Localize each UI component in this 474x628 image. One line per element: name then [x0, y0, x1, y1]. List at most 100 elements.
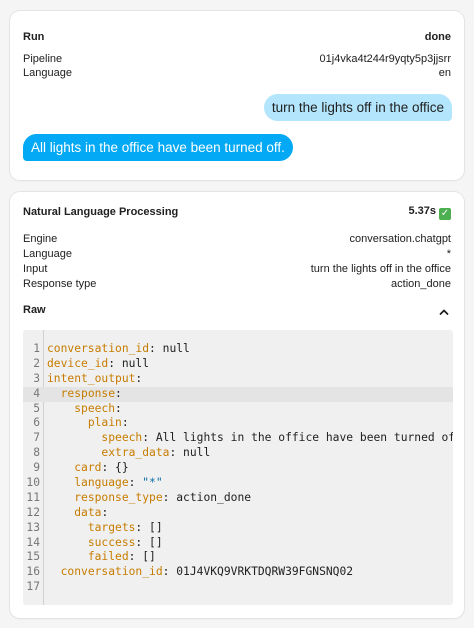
raw-label: Raw: [23, 304, 46, 316]
response-type-label: Response type: [23, 278, 97, 290]
check-icon: ✓: [439, 208, 451, 220]
yaml-value: action_done: [169, 490, 252, 504]
code-text: targets: []: [47, 521, 163, 536]
line-number: 3: [33, 371, 40, 385]
line-number: 16: [26, 565, 40, 579]
yaml-value: null: [176, 446, 211, 460]
nlp-duration-wrap: 5.37s ✓: [408, 204, 451, 220]
line-number: 9: [33, 461, 40, 475]
input-row: Input turn the lights off in the office: [23, 262, 451, 276]
yaml-key: data: [74, 505, 102, 519]
yaml-key: card: [74, 461, 102, 475]
code-text: response:: [47, 387, 122, 402]
code-text: success: []: [47, 536, 163, 551]
line-number: 14: [26, 535, 40, 549]
yaml-value: 01J4VKQ9VRKTDQRW39FGNSNQ02: [169, 565, 354, 579]
yaml-colon: :: [108, 356, 116, 370]
line-number: 2: [33, 356, 40, 370]
engine-label: Engine: [23, 233, 58, 245]
yaml-key: targets: [87, 520, 136, 534]
line-number: 6: [33, 416, 40, 430]
yaml-key: device_id: [47, 356, 109, 370]
response-type-row: Response type action_done: [23, 277, 451, 291]
code-line: 16 conversation_id: 01J4VKQ9VRKTDQRW39FG…: [23, 565, 453, 580]
pipeline-row: Pipeline 01j4vka4t244r9yqty5p3jjsrr: [23, 52, 451, 66]
agent-message-bubble: All lights in the office have been turne…: [23, 134, 293, 161]
run-header: Run done: [23, 30, 451, 44]
yaml-key: failed: [87, 550, 129, 564]
code-line: 4 response:: [23, 386, 453, 402]
yaml-key: plain: [87, 416, 122, 430]
code-line: 13 targets: []: [23, 521, 453, 536]
line-number: 1: [33, 342, 40, 355]
yaml-value: {}: [108, 461, 129, 475]
yaml-colon: :: [135, 371, 143, 385]
code-text: device_id: null: [47, 357, 149, 372]
code-text: failed: []: [47, 550, 156, 565]
code-line: 3 intent_output:: [23, 372, 453, 387]
yaml-key: language: [74, 476, 129, 490]
yaml-colon: :: [101, 505, 109, 519]
nlp-title: Natural Language Processing: [23, 206, 179, 218]
yaml-value: All lights in the office have been turne…: [149, 431, 453, 445]
yaml-value: []: [135, 550, 156, 564]
yaml-colon: :: [121, 416, 129, 430]
yaml-key: conversation_id: [60, 565, 163, 579]
code-text: intent_output:: [47, 372, 142, 387]
yaml-key: intent_output: [47, 371, 136, 385]
line-number: 7: [33, 431, 40, 445]
yaml-colon: :: [115, 386, 122, 400]
raw-code-editor[interactable]: 1 conversation_id: null 2 device_id: null 3 i…: [23, 330, 453, 605]
nlp-language-row: Language *: [23, 247, 451, 261]
code-line: 14 success: []: [23, 536, 453, 551]
line-number: 13: [26, 520, 40, 534]
line-number: 12: [26, 505, 40, 519]
yaml-key: speech: [74, 401, 116, 415]
response-type-value: action_done: [391, 278, 451, 290]
line-number: 5: [33, 401, 40, 415]
code-line: 10 language: "*": [23, 476, 453, 491]
line-number: 11: [26, 490, 40, 504]
engine-value: conversation.chatgpt: [349, 233, 451, 245]
line-number: 8: [33, 446, 40, 460]
nlp-language-label: Language: [23, 248, 72, 260]
code-line: 11 response_type: action_done: [23, 491, 453, 506]
yaml-key: extra_data: [101, 446, 170, 460]
code-text: conversation_id: null: [47, 342, 190, 357]
input-value: turn the lights off in the office: [310, 263, 451, 275]
nlp-card: Natural Language Processing 5.37s ✓ Engin…: [10, 192, 464, 618]
code-line: 7 speech: All lights in the office have …: [23, 431, 453, 446]
nlp-language-value: *: [446, 248, 451, 260]
code-line: 15 failed: []: [23, 550, 453, 565]
code-text: plain:: [47, 416, 129, 431]
run-title: Run: [23, 31, 45, 43]
line-number: 10: [26, 476, 40, 490]
nlp-header: Natural Language Processing 5.37s ✓: [23, 204, 451, 220]
nlp-duration: 5.37s: [408, 205, 436, 217]
code-text: extra_data: null: [47, 446, 210, 461]
chevron-up-icon[interactable]: [438, 306, 450, 318]
yaml-value: "*": [135, 476, 163, 490]
code-text: conversation_id: 01J4VKQ9VRKTDQRW39FGNSN…: [47, 565, 353, 580]
line-number: 4: [33, 386, 40, 400]
code-line: 6 plain:: [23, 416, 453, 431]
code-line: 17: [23, 580, 453, 595]
code-text: speech:: [47, 402, 122, 417]
input-label: Input: [23, 263, 48, 275]
pipeline-label: Pipeline: [23, 53, 63, 65]
code-text: card: {}: [47, 461, 129, 476]
run-status: done: [424, 31, 451, 43]
yaml-key: speech: [101, 431, 143, 445]
run-card: Run done Pipeline 01j4vka4t244r9yqty5p3j…: [10, 11, 464, 180]
code-line: 8 extra_data: null: [23, 446, 453, 461]
yaml-value: null: [115, 356, 150, 370]
code-lines: 1 conversation_id: null 2 device_id: null 3 i…: [23, 342, 453, 595]
code-text: response_type: action_done: [47, 491, 251, 506]
code-line: 9 card: {}: [23, 461, 453, 476]
yaml-colon: :: [149, 342, 156, 355]
yaml-key: response_type: [74, 490, 163, 504]
raw-toggle[interactable]: Raw: [23, 303, 451, 317]
yaml-key: conversation_id: [47, 342, 150, 355]
line-number: 15: [26, 550, 40, 564]
user-message-bubble: turn the lights off in the office: [263, 94, 452, 121]
